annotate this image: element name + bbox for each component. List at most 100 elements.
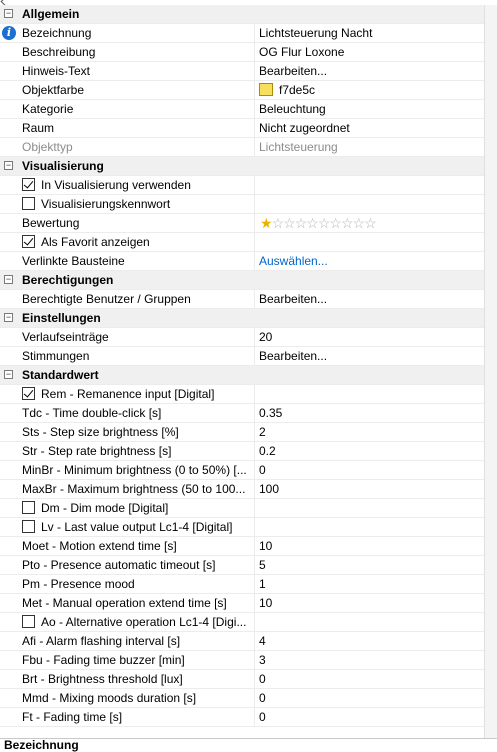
collapse-icon[interactable]: − — [4, 313, 13, 322]
checkbox[interactable] — [22, 615, 35, 628]
property-value[interactable]: 20 — [259, 330, 272, 344]
property-row-pto[interactable]: Pto - Presence automatic timeout [s] 5 — [0, 556, 484, 575]
property-grid: − Allgemein i Bezeichnung Lichtsteuerung… — [0, 5, 484, 727]
property-value[interactable]: 0 — [259, 672, 266, 686]
property-row-str[interactable]: Str - Step rate brightness [s] 0.2 — [0, 442, 484, 461]
property-row-hinweis-text[interactable]: Hinweis-Text Bearbeiten... — [0, 62, 484, 81]
property-row-maxbr[interactable]: MaxBr - Maximum brightness (50 to 100...… — [0, 480, 484, 499]
property-value[interactable]: 4 — [259, 634, 266, 648]
property-row-pm[interactable]: Pm - Presence mood 1 — [0, 575, 484, 594]
section-einstellungen[interactable]: − Einstellungen — [0, 309, 484, 328]
property-row-kategorie[interactable]: Kategorie Beleuchtung — [0, 100, 484, 119]
property-row-bewertung[interactable]: Bewertung ★☆☆☆☆☆☆☆☆☆ — [0, 214, 484, 233]
checkbox[interactable] — [22, 197, 35, 210]
column-divider — [254, 138, 255, 156]
property-row-bezeichnung[interactable]: i Bezeichnung Lichtsteuerung Nacht — [0, 24, 484, 43]
property-row-met[interactable]: Met - Manual operation extend time [s] 1… — [0, 594, 484, 613]
property-row-beschreibung[interactable]: Beschreibung OG Flur Loxone — [0, 43, 484, 62]
star-empty-icon[interactable]: ☆ — [295, 215, 308, 231]
property-row-mmd[interactable]: Mmd - Mixing moods duration [s] 0 — [0, 689, 484, 708]
property-row-verlaufseintraege[interactable]: Verlaufseinträge 20 — [0, 328, 484, 347]
property-value[interactable]: 1 — [259, 577, 266, 591]
section-title: Visualisierung — [22, 159, 104, 173]
checkbox[interactable] — [22, 387, 35, 400]
property-label: Moet - Motion extend time [s] — [22, 539, 177, 553]
star-empty-icon[interactable]: ☆ — [353, 215, 366, 231]
property-value[interactable]: 0.35 — [259, 406, 282, 420]
property-row-moet[interactable]: Moet - Motion extend time [s] 10 — [0, 537, 484, 556]
checkbox[interactable] — [22, 235, 35, 248]
star-empty-icon[interactable]: ☆ — [318, 215, 331, 231]
section-standardwert[interactable]: − Standardwert — [0, 366, 484, 385]
property-value[interactable]: Nicht zugeordnet — [259, 121, 350, 135]
property-label: Bewertung — [22, 216, 80, 230]
checkbox-row-dm[interactable]: Dm - Dim mode [Digital] — [0, 499, 484, 518]
property-value[interactable]: 0.2 — [259, 444, 276, 458]
property-row-objektfarbe[interactable]: Objektfarbe f7de5c — [0, 81, 484, 100]
star-filled-icon[interactable]: ★ — [260, 215, 273, 231]
property-value[interactable]: 0 — [259, 710, 266, 724]
property-value[interactable]: 0 — [259, 691, 266, 705]
property-value[interactable]: 3 — [259, 653, 266, 667]
collapse-icon[interactable]: − — [4, 275, 13, 284]
property-value[interactable]: Lichtsteuerung Nacht — [259, 26, 372, 40]
property-row-sts[interactable]: Sts - Step size brightness [%] 2 — [0, 423, 484, 442]
collapse-icon[interactable]: − — [4, 9, 13, 18]
rating-stars[interactable]: ★☆☆☆☆☆☆☆☆☆ — [260, 215, 377, 232]
checkbox-row-lv[interactable]: Lv - Last value output Lc1-4 [Digital] — [0, 518, 484, 537]
property-label: Sts - Step size brightness [%] — [22, 425, 179, 439]
star-empty-icon[interactable]: ☆ — [364, 215, 377, 231]
property-value[interactable]: 10 — [259, 596, 272, 610]
checkbox-row-favorit[interactable]: Als Favorit anzeigen — [0, 233, 484, 252]
property-value[interactable]: 5 — [259, 558, 266, 572]
color-value[interactable]: f7de5c — [259, 83, 315, 97]
collapse-icon[interactable]: − — [4, 370, 13, 379]
checkbox-row-rem[interactable]: Rem - Remanence input [Digital] — [0, 385, 484, 404]
property-row-fbu[interactable]: Fbu - Fading time buzzer [min] 3 — [0, 651, 484, 670]
color-swatch[interactable] — [259, 83, 273, 96]
checkbox-row-in-visualisierung[interactable]: In Visualisierung verwenden — [0, 176, 484, 195]
property-row-raum[interactable]: Raum Nicht zugeordnet — [0, 119, 484, 138]
star-empty-icon[interactable]: ☆ — [283, 215, 296, 231]
property-row-ft[interactable]: Ft - Fading time [s] 0 — [0, 708, 484, 727]
column-divider — [254, 24, 255, 42]
column-divider — [254, 119, 255, 137]
section-allgemein[interactable]: − Allgemein — [0, 5, 484, 24]
property-label: Berechtigte Benutzer / Gruppen — [22, 292, 191, 306]
property-value[interactable]: Beleuchtung — [259, 102, 326, 116]
checkbox-row-kennwort[interactable]: Visualisierungskennwort — [0, 195, 484, 214]
property-row-stimmungen[interactable]: Stimmungen Bearbeiten... — [0, 347, 484, 366]
property-value[interactable]: 0 — [259, 463, 266, 477]
property-row-verlinkte-bausteine[interactable]: Verlinkte Bausteine Auswählen... — [0, 252, 484, 271]
select-link[interactable]: Auswählen... — [259, 254, 328, 268]
collapse-icon[interactable]: − — [4, 161, 13, 170]
property-row-tdc[interactable]: Tdc - Time double-click [s] 0.35 — [0, 404, 484, 423]
property-value[interactable]: 100 — [259, 482, 279, 496]
edit-link[interactable]: Bearbeiten... — [259, 349, 327, 363]
section-berechtigungen[interactable]: − Berechtigungen — [0, 271, 484, 290]
star-empty-icon[interactable]: ☆ — [341, 215, 354, 231]
star-empty-icon[interactable]: ☆ — [272, 215, 285, 231]
property-row-minbr[interactable]: MinBr - Minimum brightness (0 to 50%) [.… — [0, 461, 484, 480]
column-divider — [254, 556, 255, 574]
property-row-brt[interactable]: Brt - Brightness threshold [lux] 0 — [0, 670, 484, 689]
column-divider — [254, 328, 255, 346]
section-title: Allgemein — [22, 7, 80, 21]
checkbox[interactable] — [22, 178, 35, 191]
checkbox[interactable] — [22, 501, 35, 514]
edit-link[interactable]: Bearbeiten... — [259, 292, 327, 306]
property-row-berechtigte-benutzer[interactable]: Berechtigte Benutzer / Gruppen Bearbeite… — [0, 290, 484, 309]
star-empty-icon[interactable]: ☆ — [329, 215, 342, 231]
property-value[interactable]: OG Flur Loxone — [259, 45, 344, 59]
property-value[interactable]: 10 — [259, 539, 272, 553]
checkbox[interactable] — [22, 520, 35, 533]
star-empty-icon[interactable]: ☆ — [306, 215, 319, 231]
section-visualisierung[interactable]: − Visualisierung — [0, 157, 484, 176]
checkbox-row-ao[interactable]: Ao - Alternative operation Lc1-4 [Digi..… — [0, 613, 484, 632]
property-label: Mmd - Mixing moods duration [s] — [22, 691, 197, 705]
edit-link[interactable]: Bearbeiten... — [259, 64, 327, 78]
property-row-afi[interactable]: Afi - Alarm flashing interval [s] 4 — [0, 632, 484, 651]
property-label: Objektfarbe — [22, 83, 85, 97]
vertical-scrollbar[interactable] — [484, 5, 497, 738]
property-value[interactable]: 2 — [259, 425, 266, 439]
